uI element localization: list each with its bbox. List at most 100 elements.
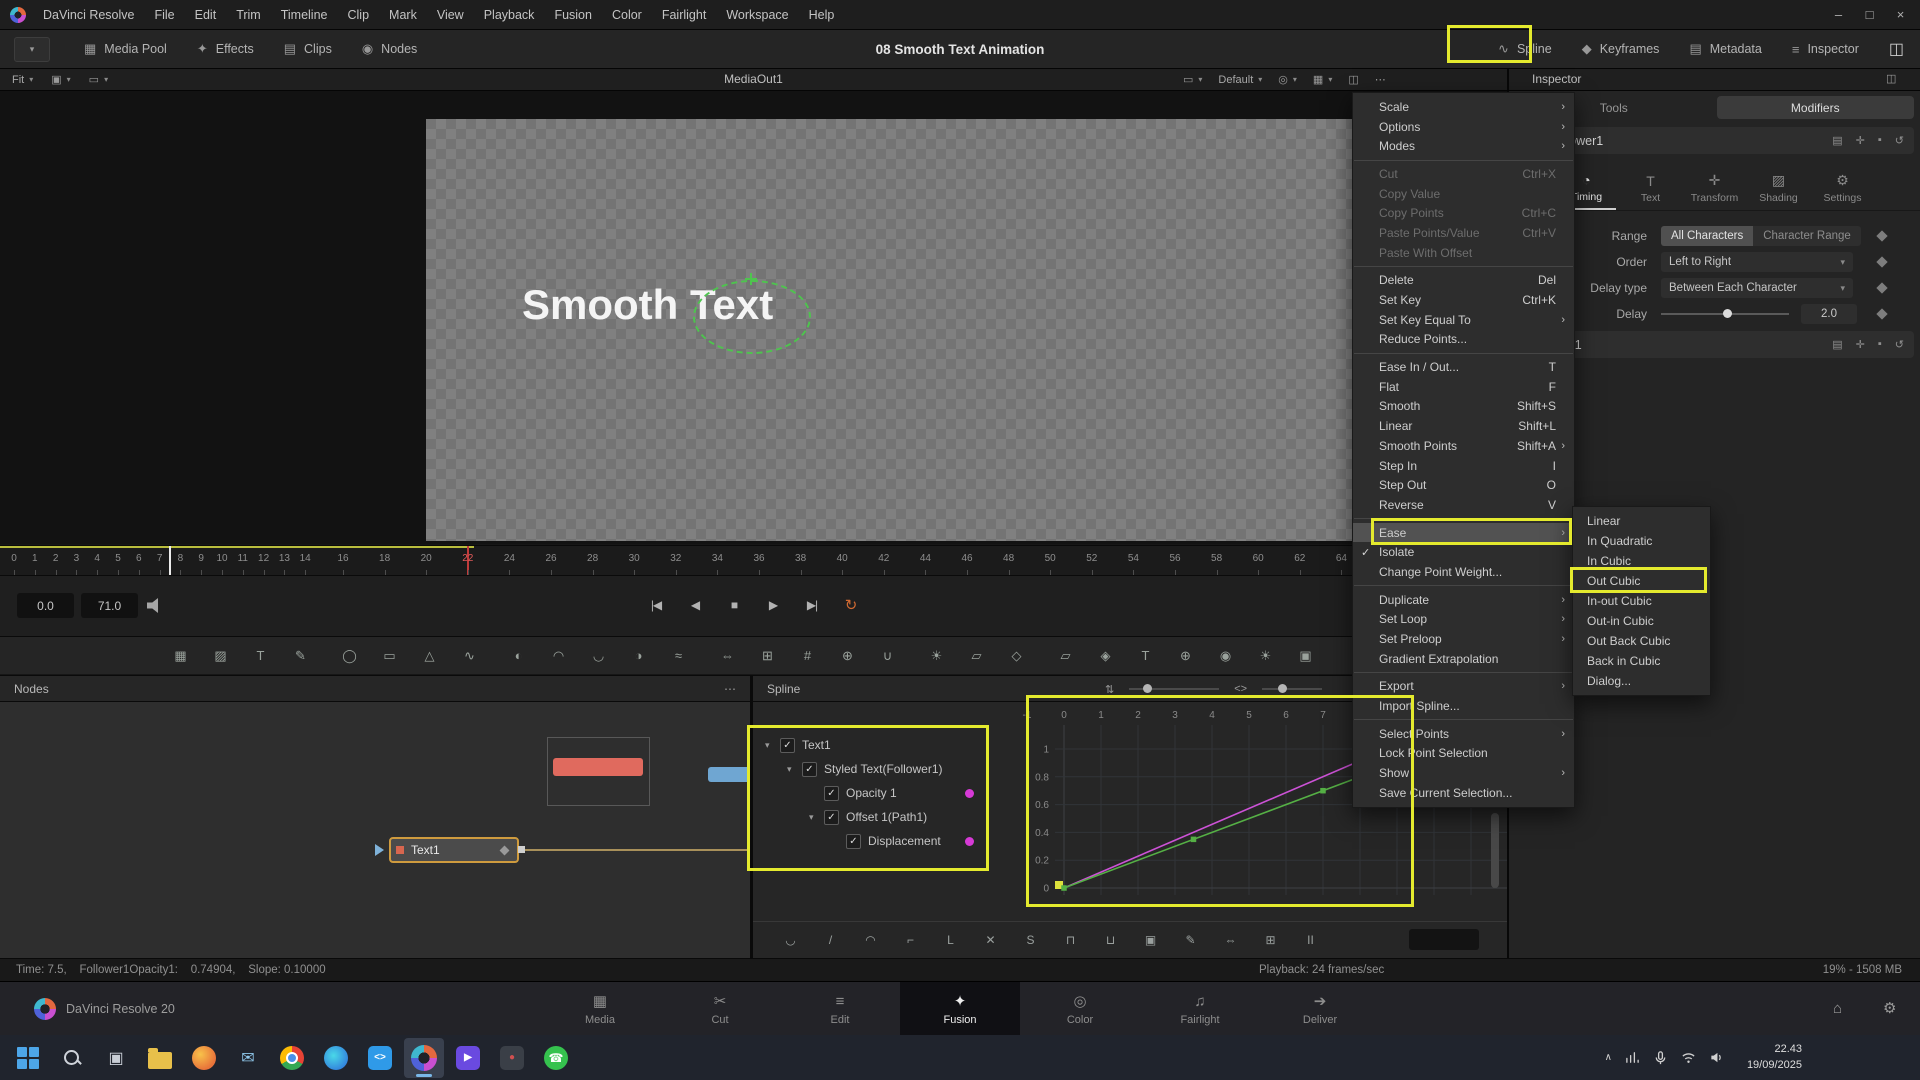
grid-options-select[interactable]: ▦▾	[1313, 73, 1332, 86]
checkbox[interactable]: ✓	[824, 810, 839, 825]
spotlight-tool-icon[interactable]: ☀	[1253, 643, 1278, 668]
pin-icon[interactable]: ✛	[1856, 134, 1865, 147]
color-controls-select[interactable]: ◎▾	[1278, 73, 1297, 86]
vertical-zoom-icon[interactable]: ⇅	[1105, 683, 1114, 696]
invert-spline-icon[interactable]: ✕	[979, 933, 1002, 947]
smooth-spline-icon[interactable]: ◡	[779, 933, 802, 947]
lock-icon[interactable]: ▪	[1878, 338, 1882, 351]
submenu-item-in-out-cubic[interactable]: In-out Cubic	[1573, 591, 1710, 611]
menu-item-reduce-points[interactable]: Reduce Points...	[1353, 330, 1574, 350]
keyframes-button[interactable]: ◆Keyframes	[1582, 41, 1660, 57]
renderer3d-tool-icon[interactable]: ▣	[1293, 643, 1318, 668]
inspector-button[interactable]: ≡Inspector	[1792, 42, 1859, 57]
flat-out-spline-icon[interactable]: ⊔	[1099, 933, 1122, 947]
subtab-shading[interactable]: ▨Shading	[1750, 166, 1808, 210]
menubar-item-fairlight[interactable]: Fairlight	[652, 1, 716, 29]
panel-layout-icon[interactable]: ◫	[1886, 69, 1896, 90]
menubar-item-workspace[interactable]: Workspace	[716, 1, 798, 29]
minimize-button[interactable]: –	[1823, 1, 1854, 29]
bspline-mask-tool-icon[interactable]: ∿	[457, 643, 482, 668]
menu-item-scale[interactable]: Scale›	[1353, 97, 1574, 117]
checkbox[interactable]: ✓	[846, 834, 861, 849]
node-editor-canvas[interactable]: Text1	[0, 703, 750, 959]
submenu-item-dialog[interactable]: Dialog...	[1573, 671, 1710, 691]
interface-toggle-button[interactable]: ▾	[14, 37, 50, 62]
page-tab-cut[interactable]: ✂Cut	[660, 982, 780, 1036]
menu-item-change-point-weight[interactable]: Change Point Weight...	[1353, 562, 1574, 582]
menu-item-export[interactable]: Export›	[1353, 677, 1574, 697]
subtab-transform[interactable]: ✛Transform	[1686, 166, 1744, 210]
reset-icon[interactable]: ↺	[1895, 134, 1904, 147]
menu-item-set-key-equal-to[interactable]: Set Key Equal To›	[1353, 310, 1574, 330]
submenu-item-in-cubic[interactable]: In Cubic	[1573, 551, 1710, 571]
time-stretch-icon[interactable]: II	[1299, 933, 1322, 947]
taskbar-clock[interactable]: 22.43 19/09/2025	[1747, 1042, 1802, 1074]
keyframe-diamond-icon[interactable]	[1876, 282, 1887, 293]
menubar-item-clip[interactable]: Clip	[338, 1, 380, 29]
page-tab-color[interactable]: ◎Color	[1020, 982, 1140, 1036]
draw-spline-icon[interactable]: ✎	[1179, 933, 1202, 947]
node-output-connector[interactable]	[518, 846, 525, 853]
menubar-item-help[interactable]: Help	[799, 1, 845, 29]
glow-tool-icon[interactable]: ☀	[924, 643, 949, 668]
order-select[interactable]: Left to Right	[1661, 252, 1853, 272]
nodes-panel-menu-icon[interactable]: ⋯	[724, 682, 736, 696]
microphone-icon[interactable]	[1653, 1050, 1668, 1065]
zoom-fit-spline-icon[interactable]: ⊞	[1259, 933, 1282, 947]
checkbox[interactable]: ✓	[824, 786, 839, 801]
linear-spline-icon[interactable]: /	[819, 933, 842, 947]
search-button[interactable]	[52, 1038, 92, 1078]
subtab-settings[interactable]: ⚙Settings	[1814, 166, 1872, 210]
menubar-item-edit[interactable]: Edit	[185, 1, 227, 29]
ellipse-mask-tool-icon[interactable]: ◯	[337, 643, 362, 668]
lock-icon[interactable]: ▪	[1878, 134, 1882, 147]
ease-spline-icon[interactable]: ◠	[859, 933, 882, 947]
merge-tool-icon[interactable]: ⊕	[835, 643, 860, 668]
follower-path-ellipse[interactable]	[693, 280, 811, 354]
menubar-item-view[interactable]: View	[427, 1, 474, 29]
transform-tool-icon[interactable]: ⇔	[715, 643, 740, 668]
spline-tree-item-offset-1-path1[interactable]: ▾✓Offset 1(Path1)	[753, 805, 1019, 829]
menubar-item-davinci-resolve[interactable]: DaVinci Resolve	[33, 1, 144, 29]
reverse-spline-icon[interactable]: S	[1019, 933, 1042, 947]
loop-button[interactable]: ↻	[836, 591, 866, 619]
merge3d-tool-icon[interactable]: ⊕	[1173, 643, 1198, 668]
fastnoise-tool-icon[interactable]: ▨	[208, 643, 233, 668]
image-plane3d-tool-icon[interactable]: ▱	[1053, 643, 1078, 668]
whatsapp-button[interactable]: ☎	[536, 1038, 576, 1078]
submenu-item-out-cubic[interactable]: Out Cubic	[1573, 571, 1710, 591]
expander-icon[interactable]: ▾	[765, 740, 780, 751]
spline-tree-item-styled-text-follower1[interactable]: ▾✓Styled Text(Follower1)	[753, 757, 1019, 781]
metadata-button[interactable]: ▤Metadata	[1689, 41, 1761, 57]
versions-icon[interactable]: ▤	[1832, 338, 1842, 351]
step-in-spline-icon[interactable]: ⌐	[899, 933, 922, 947]
rectangle-mask-tool-icon[interactable]: ▭	[377, 643, 402, 668]
capture-button[interactable]: ●	[492, 1038, 532, 1078]
spline-value-field[interactable]	[1409, 929, 1479, 950]
file-explorer-button[interactable]	[140, 1038, 180, 1078]
submenu-item-in-quadratic[interactable]: In Quadratic	[1573, 531, 1710, 551]
mail-button[interactable]: ✉	[228, 1038, 268, 1078]
timeline-ruler[interactable]: 0123456789101112131416182022242628303234…	[0, 545, 1507, 575]
shape3d-tool-icon[interactable]: ◈	[1093, 643, 1118, 668]
menu-item-ease-in-out[interactable]: Ease In / Out...T	[1353, 357, 1574, 377]
viewer-menu-icon[interactable]: ⋯	[1375, 73, 1386, 86]
sharpen-tool-icon[interactable]: ◇	[1004, 643, 1029, 668]
delay-type-select[interactable]: Between Each Character	[1661, 278, 1853, 298]
menu-item-flat[interactable]: FlatF	[1353, 377, 1574, 397]
horizontal-zoom-slider[interactable]	[1262, 688, 1322, 690]
close-button[interactable]: ×	[1885, 1, 1916, 29]
panel-layout-icon[interactable]: ◫	[1889, 39, 1904, 59]
menubar-item-mark[interactable]: Mark	[379, 1, 427, 29]
menu-item-isolate[interactable]: ✓Isolate	[1353, 542, 1574, 562]
page-tab-fusion[interactable]: ✦Fusion	[900, 982, 1020, 1036]
crop-tool-icon[interactable]: #	[795, 643, 820, 668]
checkbox[interactable]: ✓	[780, 738, 795, 753]
menu-item-linear[interactable]: LinearShift+L	[1353, 416, 1574, 436]
menu-item-ease[interactable]: Ease›	[1353, 523, 1574, 543]
polygon-mask-tool-icon[interactable]: △	[417, 643, 442, 668]
menu-item-show[interactable]: Show›	[1353, 763, 1574, 783]
text1-node[interactable]: Text1	[389, 837, 519, 863]
menu-item-smooth[interactable]: SmoothShift+S	[1353, 397, 1574, 417]
step-out-spline-icon[interactable]: L	[939, 933, 962, 947]
